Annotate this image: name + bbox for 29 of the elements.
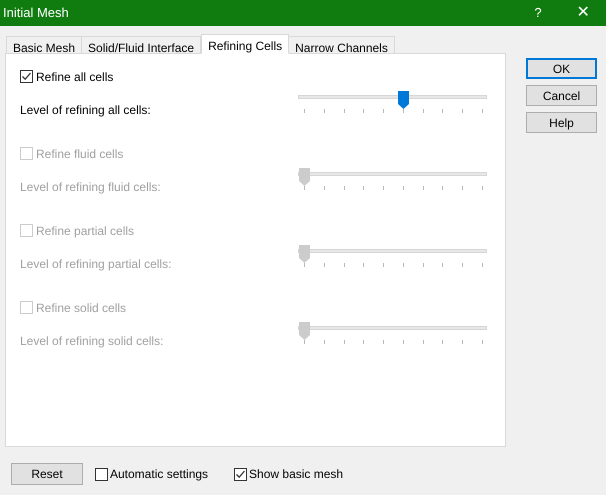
slider[interactable] xyxy=(298,245,487,267)
window-title: Initial Mesh xyxy=(3,4,70,22)
checkbox-label: Refine fluid cells xyxy=(36,146,124,162)
slider[interactable] xyxy=(298,91,487,113)
slider-thumb[interactable] xyxy=(398,91,409,109)
slider[interactable] xyxy=(298,322,487,344)
slider-label: Level of refining all cells: xyxy=(20,102,151,119)
close-button[interactable]: ✕ xyxy=(560,0,606,26)
tab[interactable]: Basic Mesh xyxy=(6,36,82,54)
checkbox-label: Refine solid cells xyxy=(36,300,126,316)
tab[interactable]: Solid/Fluid Interface xyxy=(81,36,202,54)
slider[interactable] xyxy=(298,168,487,190)
dialog-button[interactable]: Help xyxy=(526,112,597,133)
slider-label: Level of refining partial cells: xyxy=(20,256,172,273)
checkbox-label: Refine all cells xyxy=(36,68,114,86)
checkbox-label: Refine partial cells xyxy=(36,222,134,240)
dialog-button[interactable]: OK xyxy=(526,58,597,79)
reset-button[interactable]: Reset xyxy=(11,463,83,485)
slider-label: Level of refining solid cells: xyxy=(20,333,164,350)
dialog-button[interactable]: Cancel xyxy=(526,85,597,106)
checkbox[interactable] xyxy=(234,468,248,480)
checkbox[interactable] xyxy=(95,468,108,480)
checkbox[interactable] xyxy=(20,70,33,83)
slider-label: Level of refining fluid cells: xyxy=(20,179,161,196)
help-button[interactable]: ? xyxy=(516,0,560,26)
tab[interactable]: Narrow Channels xyxy=(288,36,395,54)
checkbox-label: Automatic settings xyxy=(110,466,208,483)
checkbox-label: Show basic mesh xyxy=(249,466,344,483)
tab[interactable]: Refining Cells xyxy=(201,34,290,54)
